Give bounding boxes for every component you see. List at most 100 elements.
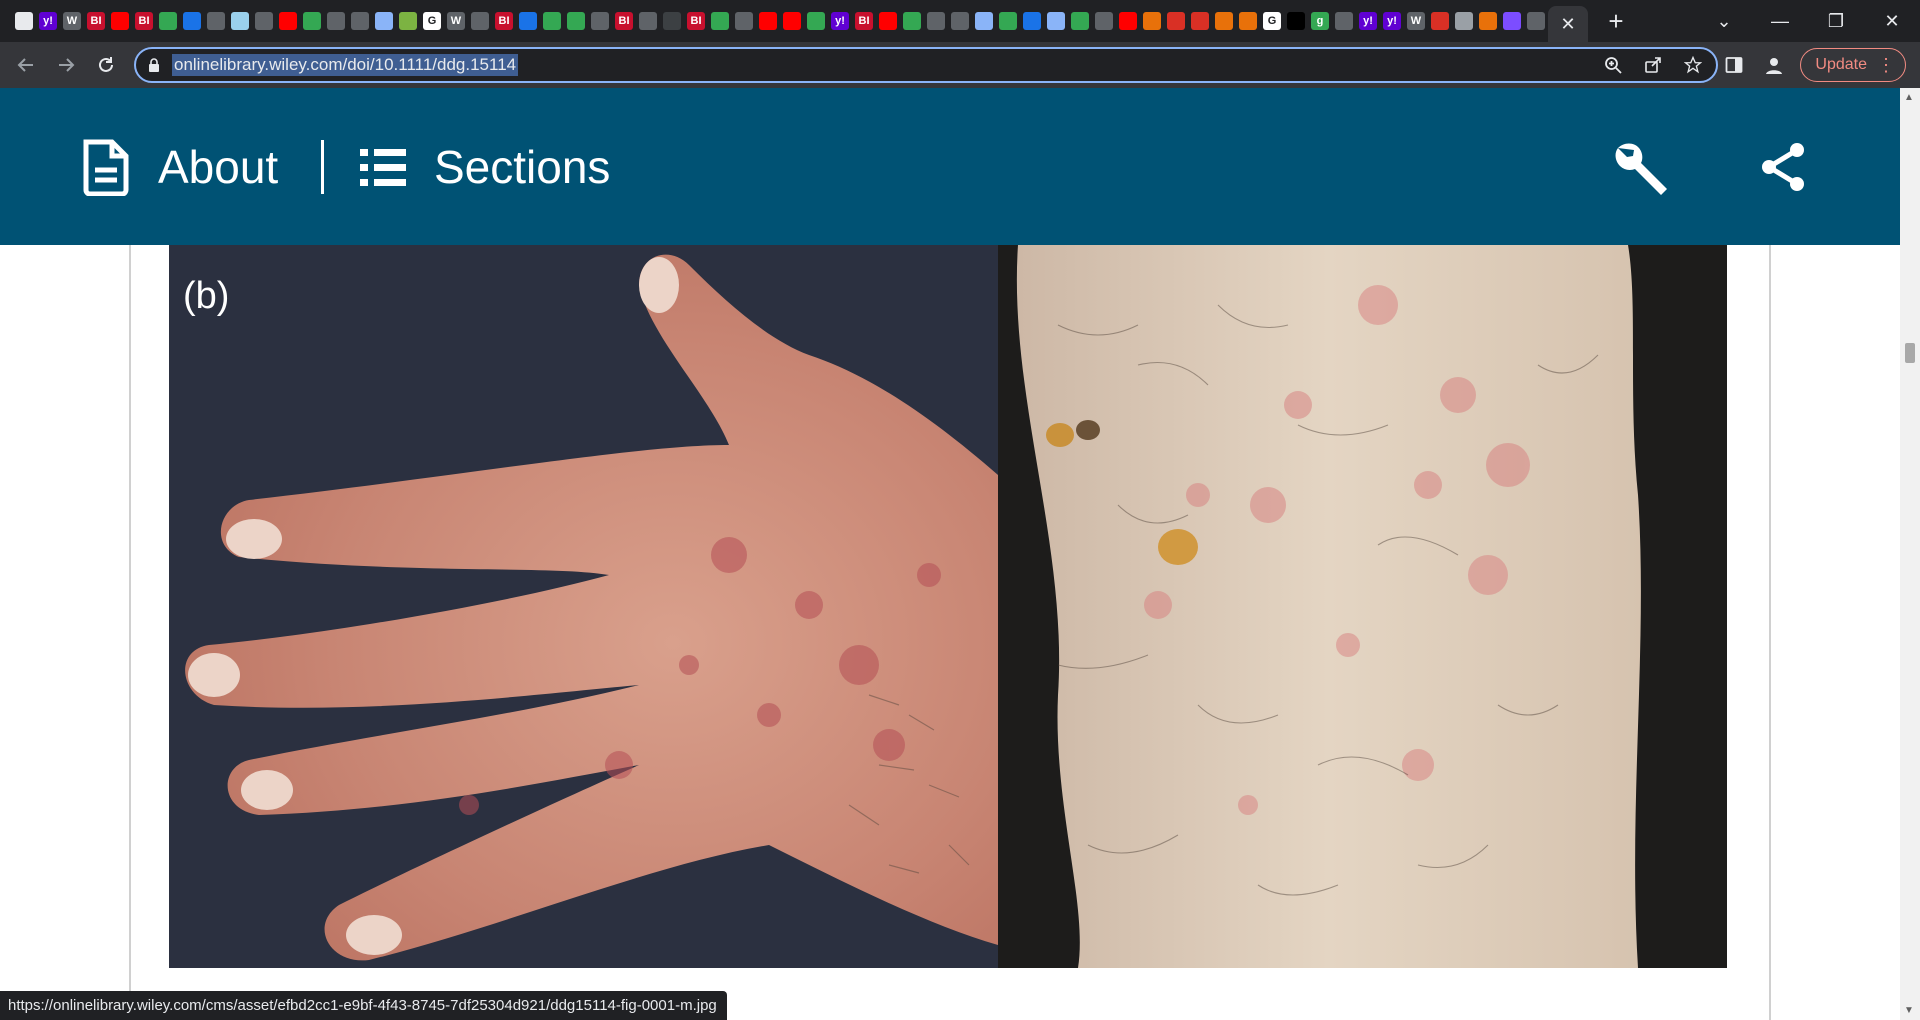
restore-button[interactable]: ❐	[1808, 11, 1864, 32]
active-tab[interactable]: ✕	[1548, 6, 1588, 42]
browser-tab[interactable]	[1116, 5, 1140, 37]
address-bar[interactable]: onlinelibrary.wiley.com/doi/10.1111/ddg.…	[134, 47, 1718, 83]
browser-tab[interactable]	[660, 5, 684, 37]
lock-icon[interactable]	[136, 58, 172, 72]
browser-tab[interactable]: y!	[36, 5, 60, 37]
browser-tab[interactable]	[1332, 5, 1356, 37]
browser-tab[interactable]	[636, 5, 660, 37]
browser-tab[interactable]: y!	[1380, 5, 1404, 37]
back-button[interactable]	[6, 45, 46, 85]
close-tab-icon[interactable]: ✕	[1557, 14, 1579, 35]
browser-tab[interactable]	[348, 5, 372, 37]
site-icon	[1503, 12, 1521, 30]
browser-tab[interactable]: W	[60, 5, 84, 37]
share-page-icon[interactable]	[1640, 52, 1666, 78]
browser-tab[interactable]: G	[420, 5, 444, 37]
browser-tab[interactable]	[252, 5, 276, 37]
browser-tab[interactable]	[1452, 5, 1476, 37]
browser-tab[interactable]: BI	[852, 5, 876, 37]
browser-tab[interactable]	[780, 5, 804, 37]
share-button[interactable]	[1760, 142, 1806, 197]
browser-tab[interactable]	[228, 5, 252, 37]
browser-tab[interactable]	[804, 5, 828, 37]
browser-tab[interactable]	[12, 5, 36, 37]
browser-tab[interactable]	[924, 5, 948, 37]
scroll-up-arrow-icon[interactable]: ▲	[1904, 92, 1914, 103]
browser-tab[interactable]	[1524, 5, 1548, 37]
browser-tab[interactable]	[1140, 5, 1164, 37]
browser-tab[interactable]: BI	[684, 5, 708, 37]
browser-tab[interactable]	[1020, 5, 1044, 37]
browser-tab[interactable]	[996, 5, 1020, 37]
browser-tab[interactable]	[1188, 5, 1212, 37]
close-window-button[interactable]: ✕	[1864, 11, 1920, 32]
browser-tab[interactable]	[1044, 5, 1068, 37]
scroll-thumb[interactable]	[1905, 343, 1915, 363]
article-figure[interactable]: (b)	[169, 245, 1727, 968]
browser-tab[interactable]	[1284, 5, 1308, 37]
browser-tab[interactable]: BI	[612, 5, 636, 37]
browser-tab[interactable]: G	[1260, 5, 1284, 37]
browser-tab[interactable]	[948, 5, 972, 37]
browser-tab[interactable]	[204, 5, 228, 37]
browser-tab[interactable]	[1500, 5, 1524, 37]
globe-icon	[327, 12, 345, 30]
browser-tab[interactable]	[1212, 5, 1236, 37]
about-button[interactable]: About	[82, 88, 278, 245]
browser-tab[interactable]	[396, 5, 420, 37]
side-panel-icon[interactable]	[1720, 51, 1748, 79]
browser-tab[interactable]: BI	[492, 5, 516, 37]
browser-tab[interactable]: W	[444, 5, 468, 37]
browser-tab[interactable]	[564, 5, 588, 37]
forward-button[interactable]	[46, 45, 86, 85]
list-icon	[360, 148, 406, 186]
browser-tab[interactable]	[732, 5, 756, 37]
browser-tab[interactable]: y!	[828, 5, 852, 37]
browser-tab[interactable]	[540, 5, 564, 37]
minimize-button[interactable]: —	[1752, 11, 1808, 32]
business-insider-icon: BI	[495, 12, 513, 30]
browser-tab[interactable]	[372, 5, 396, 37]
update-button[interactable]: Update ⋮	[1800, 48, 1906, 82]
bookmark-star-icon[interactable]	[1680, 52, 1706, 78]
browser-tab[interactable]	[468, 5, 492, 37]
profile-avatar-icon[interactable]	[1760, 51, 1788, 79]
forward-arrow-icon	[59, 58, 75, 72]
browser-tab[interactable]	[180, 5, 204, 37]
tab-search-icon[interactable]: ⌄	[1696, 11, 1752, 32]
new-tab-button[interactable]: +	[1596, 8, 1636, 34]
site-icon	[183, 12, 201, 30]
browser-tab[interactable]	[972, 5, 996, 37]
browser-tab[interactable]	[588, 5, 612, 37]
browser-tab[interactable]	[324, 5, 348, 37]
tools-button[interactable]	[1610, 138, 1672, 205]
page-scrollbar[interactable]: ▲ ▼	[1900, 88, 1920, 1020]
browser-tab[interactable]	[516, 5, 540, 37]
browser-tab[interactable]	[156, 5, 180, 37]
browser-tab[interactable]: W	[1404, 5, 1428, 37]
url-text[interactable]: onlinelibrary.wiley.com/doi/10.1111/ddg.…	[172, 54, 519, 76]
browser-tab[interactable]: y!	[1356, 5, 1380, 37]
browser-tab[interactable]	[756, 5, 780, 37]
browser-tab[interactable]	[108, 5, 132, 37]
browser-tab[interactable]	[900, 5, 924, 37]
browser-tab[interactable]	[1236, 5, 1260, 37]
reload-button[interactable]	[86, 45, 126, 85]
browser-tab[interactable]: BI	[132, 5, 156, 37]
browser-tab[interactable]	[1476, 5, 1500, 37]
browser-tab[interactable]	[876, 5, 900, 37]
browser-tab[interactable]	[1092, 5, 1116, 37]
browser-tab[interactable]	[276, 5, 300, 37]
browser-tab[interactable]	[1164, 5, 1188, 37]
yahoo-icon: y!	[1359, 12, 1377, 30]
browser-tab[interactable]	[300, 5, 324, 37]
zoom-icon[interactable]	[1600, 52, 1626, 78]
browser-tab[interactable]	[1068, 5, 1092, 37]
sections-button[interactable]: Sections	[360, 88, 610, 245]
scroll-down-arrow-icon[interactable]: ▼	[1904, 1005, 1914, 1016]
browser-tab[interactable]	[1428, 5, 1452, 37]
browser-tab[interactable]: g	[1308, 5, 1332, 37]
globe-icon	[471, 12, 489, 30]
browser-tab[interactable]	[708, 5, 732, 37]
browser-tab[interactable]: BI	[84, 5, 108, 37]
